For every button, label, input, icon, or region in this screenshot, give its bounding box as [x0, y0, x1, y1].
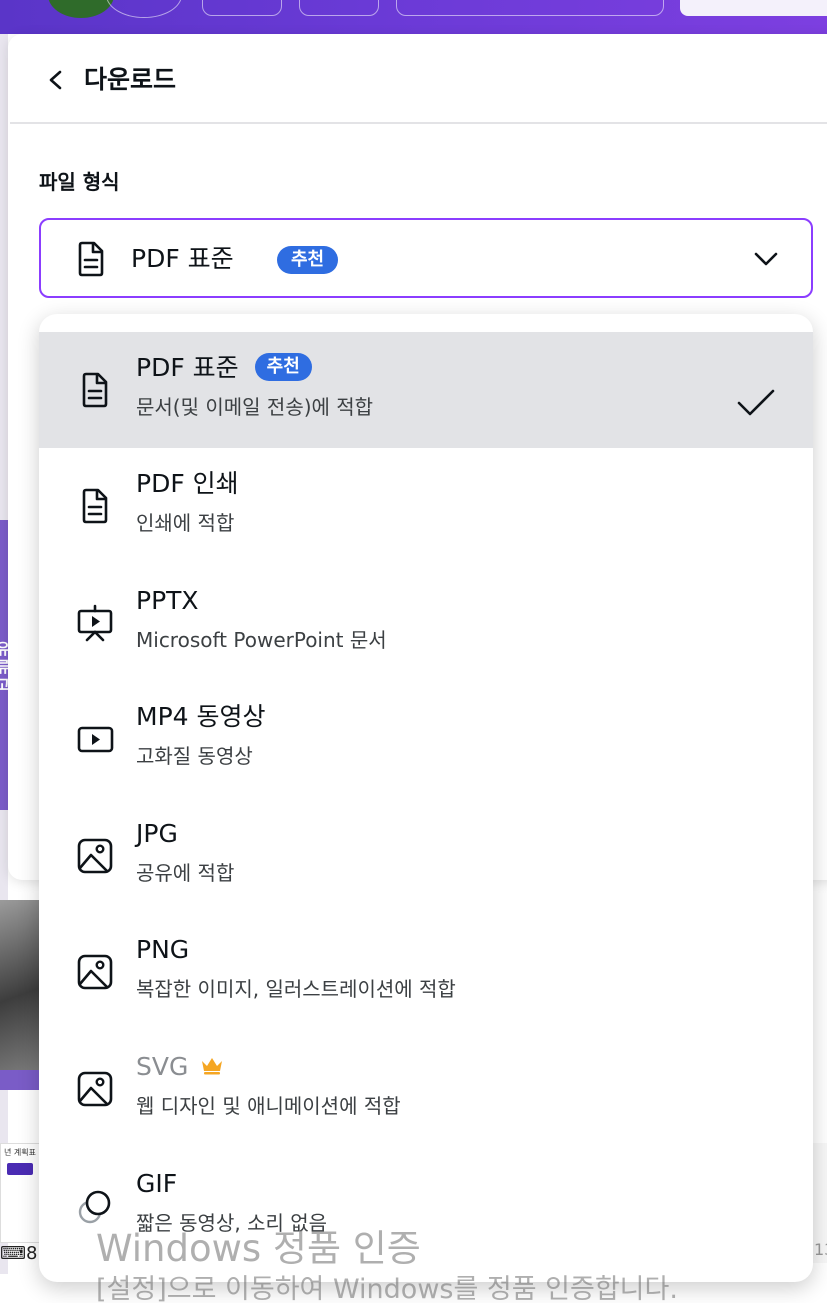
option-title: JPG	[136, 819, 178, 848]
option-pdf-print[interactable]: PDF 인쇄 인쇄에 적합	[39, 448, 813, 564]
option-title: PNG	[136, 935, 190, 964]
option-description: 인쇄에 적합	[136, 511, 235, 535]
design-photo-strip	[0, 1070, 42, 1090]
comment-icon: ⌨	[0, 1243, 26, 1264]
user-avatar[interactable]	[48, 0, 114, 18]
option-title: PDF 인쇄	[136, 469, 239, 498]
image-icon	[77, 954, 113, 990]
selected-format: PDF 표준	[131, 244, 234, 273]
option-description: 고화질 동영상	[136, 744, 253, 768]
option-title-text: SVG	[136, 1052, 189, 1081]
option-mp4[interactable]: MP4 동영상 고화질 동영상	[39, 681, 813, 797]
option-description: 공유에 적합	[136, 861, 235, 885]
option-description: 복잡한 이미지, 일러스트레이션에 적합	[136, 977, 456, 1001]
option-title: MP4 동영상	[136, 702, 266, 731]
chevron-left-icon[interactable]	[45, 64, 67, 96]
recommended-badge: 추천	[254, 353, 312, 381]
option-png[interactable]: PNG 복잡한 이미지, 일러스트레이션에 적합	[39, 914, 813, 1030]
divider	[10, 122, 827, 124]
option-title-text: PDF 표준	[136, 353, 239, 382]
document-icon	[78, 241, 104, 277]
file-type-label: 파일 형식	[39, 170, 120, 194]
thumbnail-caption: 년 계획표	[4, 1148, 36, 1157]
option-pptx[interactable]: PPTX Microsoft PowerPoint 문서	[39, 565, 813, 681]
option-title: GIF	[136, 1169, 178, 1198]
share-button[interactable]	[680, 0, 827, 16]
document-icon	[82, 372, 108, 408]
thumbnail-block	[7, 1163, 33, 1175]
page-thumbnail[interactable]: 년 계획표	[0, 1143, 40, 1243]
panel-title: 다운로드	[84, 65, 177, 94]
option-description: 문서(및 이메일 전송)에 적합	[136, 395, 374, 419]
design-photo	[0, 900, 42, 1090]
comment-count-value: 8	[25, 1243, 38, 1264]
image-icon	[77, 1071, 113, 1107]
topbar-button[interactable]	[299, 0, 379, 16]
presentation-icon	[77, 604, 113, 642]
file-type-select[interactable]: PDF 표준 추천	[39, 218, 813, 298]
option-pdf-standard[interactable]: PDF 표준 추천 문서(및 이메일 전송)에 적합	[39, 332, 813, 448]
video-play-icon	[77, 726, 114, 753]
gif-circles-icon	[78, 1190, 111, 1224]
option-title: PDF 표준 추천	[136, 350, 312, 386]
option-jpg[interactable]: JPG 공유에 적합	[39, 798, 813, 914]
option-svg[interactable]: SVG 웹 디자인 및 애니메이션에 적합	[39, 1031, 813, 1147]
recommended-badge: 추천	[277, 246, 339, 274]
option-title: SVG	[136, 1049, 224, 1085]
topbar-button[interactable]	[202, 0, 282, 16]
page-count: 13	[814, 1240, 827, 1259]
topbar-wide-button[interactable]	[396, 0, 664, 16]
editor-topbar	[0, 0, 827, 34]
crown-icon	[202, 1058, 223, 1075]
file-type-dropdown: PDF 표준 추천 문서(및 이메일 전송)에 적합 PDF 인쇄 인쇄에 적합 …	[39, 314, 813, 1282]
windows-activation-title: Windows 정품 인증	[96, 1227, 421, 1270]
image-icon	[77, 838, 113, 874]
windows-activation-text: [설정]으로 이동하여 Windows를 정품 인증합니다.	[96, 1274, 678, 1303]
option-description: 웹 디자인 및 애니메이션에 적합	[136, 1094, 401, 1118]
comment-count[interactable]: ⌨8	[0, 1243, 37, 1264]
chevron-down-icon	[754, 252, 778, 266]
checkmark-icon	[737, 389, 775, 416]
document-icon	[82, 488, 108, 524]
option-title: PPTX	[136, 586, 199, 615]
topbar-circle-button[interactable]	[106, 0, 182, 18]
option-description: Microsoft PowerPoint 문서	[136, 628, 387, 652]
